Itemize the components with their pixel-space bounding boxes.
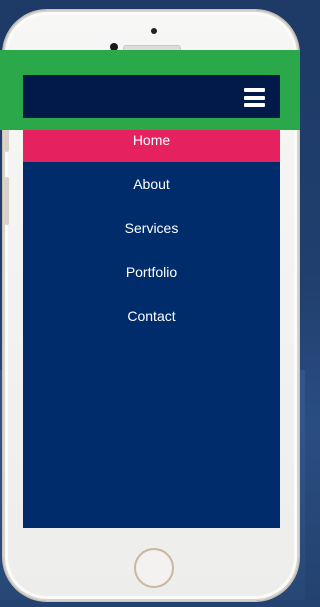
menu-item-services[interactable]: Services [23, 206, 280, 250]
highlight-overlay-bottom [0, 118, 300, 130]
front-camera [151, 28, 157, 34]
menu-item-about[interactable]: About [23, 162, 280, 206]
hamburger-icon[interactable] [244, 88, 265, 107]
menu-item-portfolio[interactable]: Portfolio [23, 250, 280, 294]
phone-screen: Home About Services Portfolio Contact [23, 75, 280, 528]
menu-item-contact[interactable]: Contact [23, 294, 280, 338]
highlight-overlay-top [0, 50, 300, 75]
nav-header [23, 75, 280, 118]
hamburger-line [244, 88, 265, 92]
hamburger-line [244, 103, 265, 107]
hamburger-line [244, 95, 265, 100]
home-button[interactable] [134, 548, 174, 588]
volume-button [5, 177, 9, 225]
nav-menu: Home About Services Portfolio Contact [23, 118, 280, 338]
